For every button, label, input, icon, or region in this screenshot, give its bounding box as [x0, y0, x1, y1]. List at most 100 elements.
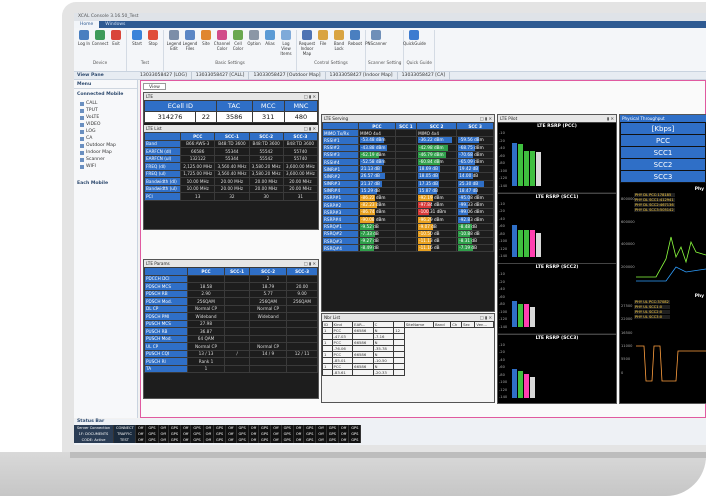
neighbor-col-header: Sec: [461, 321, 476, 328]
legend-edit-button[interactable]: Legend Edit: [166, 30, 182, 60]
connected-mobile[interactable]: Connected Mobile: [74, 89, 137, 100]
channel-color-button[interactable]: Channel Color: [214, 30, 230, 60]
signal-bar-value: 15.29 dB: [361, 187, 380, 193]
signal-bar-value: -70.68 dBm: [459, 151, 484, 157]
log-in-button[interactable]: Log In: [76, 30, 92, 60]
status-cell: GPS: [349, 437, 362, 443]
lte-params-cell: [224, 289, 251, 298]
signal-bar-value: 14.00 dB: [459, 173, 479, 179]
pilot-chart-title: LTE RSRP (SCC2): [535, 265, 579, 270]
sidebar-item-tput[interactable]: TPUT: [74, 107, 137, 114]
panel-controls[interactable]: □ ▮ ✕: [304, 125, 318, 132]
alias-button[interactable]: Alias: [262, 30, 278, 60]
request-indoor-map-button[interactable]: Request Indoor Map: [299, 30, 315, 60]
lte-list-cell: B66:AWS-3: [180, 139, 216, 148]
lte-list-col-header: PCC: [180, 132, 216, 141]
serving-row: RSSI#4 -52.58 dBm -60.84 dBm -65.09 dBm: [322, 157, 494, 167]
view-tab[interactable]: View: [143, 83, 166, 90]
doc-tab[interactable]: 13033058427 [LOG]: [136, 71, 192, 80]
sidebar-item-video[interactable]: VIDEO: [74, 121, 137, 128]
signal-bar: -99.06 dBm: [458, 209, 492, 216]
serving-mimo-row: MIMO Tx/Rx MIMO 4x4 MIMO 4x4: [322, 129, 494, 138]
signal-bar: -52.58 dBm: [360, 159, 394, 166]
serving-header-row: PCC SCC 1 SCC 2 SCC 3: [322, 121, 494, 131]
band-lock-button[interactable]: Band Lock: [331, 30, 347, 60]
lte-id-value-row: 314276 22 3586 311 480: [144, 111, 318, 123]
doc-tab[interactable]: 13033058427 [CA]: [398, 71, 451, 80]
lte-params-cell: [286, 357, 318, 366]
signal-bar: -60.84 dBm: [418, 159, 455, 166]
serving-bar-cell: -59.56 dBm: [456, 136, 494, 145]
option-button[interactable]: Option: [246, 30, 262, 60]
sidebar-item-outdoor-map[interactable]: Outdoor Map: [74, 142, 137, 149]
panel-controls[interactable]: □ ▮ ✕: [480, 314, 494, 321]
sidebar-item-call[interactable]: CALL: [74, 100, 137, 107]
signal-bar: -96.29 dBm: [418, 216, 455, 223]
signal-bar-value: -99.33 dBm: [459, 202, 484, 208]
sidebar-item-indoor-map[interactable]: Indoor Map: [74, 149, 137, 156]
signal-bar: -90.08 dBm: [360, 216, 394, 223]
cell-color-button[interactable]: Cell Color: [230, 30, 246, 60]
signal-bar: -8.49 dB: [360, 245, 394, 252]
panel-controls[interactable]: □ ▮ ✕: [304, 93, 318, 100]
panel-controls[interactable]: □ ▮ ✕: [480, 115, 494, 122]
each-mobile[interactable]: Each Mobile: [74, 178, 137, 189]
lte-params-cell: [286, 334, 318, 343]
lte-params-row: TA 1: [144, 364, 318, 373]
lte-params-cell: [249, 327, 288, 336]
connect-button[interactable]: Connect: [92, 30, 108, 60]
signal-bar-value: -90.08 dBm: [361, 216, 386, 222]
sidebar-item-log[interactable]: LOG: [74, 128, 137, 135]
serving-bar-cell: 21.13 dB: [358, 165, 396, 174]
log-view-items-button[interactable]: Log View Items: [278, 30, 294, 60]
lte-params-row: PUSCH Mod. 64 QAM: [144, 334, 318, 343]
lte-params-cell: Rank 1: [187, 357, 226, 366]
pilot-y-tick: -120: [499, 176, 508, 180]
pnscanner-button[interactable]: PNScanner: [365, 30, 387, 60]
throughput-ul-chart: Phy PHY UL PCC:37082 PHY UL SCC1:0 PHY UL …: [620, 294, 706, 394]
signal-bar: 14.00 dB: [458, 173, 492, 180]
status-cell: Off: [338, 437, 350, 443]
pilot-chart-title: LTE RSRP (PCC): [537, 124, 577, 129]
status-cell: Off: [136, 437, 147, 443]
site-button[interactable]: Site: [198, 30, 214, 60]
panel-controls[interactable]: □ ▮ ✕: [304, 260, 318, 267]
reboot-button[interactable]: Reboot: [347, 30, 363, 60]
signal-bar: -43.88 dBm: [360, 144, 394, 151]
doc-tab[interactable]: 13033058427 [Indoor Map]: [326, 71, 398, 80]
lte-list-cell: 10.00 MHz: [180, 177, 216, 186]
tab-home[interactable]: Home: [74, 21, 100, 28]
quickguide-button[interactable]: QuickGuide: [403, 30, 426, 60]
status-cell: Off: [181, 437, 192, 443]
signal-bar-value: 18.47 dB: [459, 187, 479, 193]
tab-windows[interactable]: Windows: [99, 21, 131, 28]
doc-tab[interactable]: 13033058427 [CALL]: [192, 71, 250, 80]
signal-bar: -8.48 dB: [458, 223, 492, 230]
serving-bar-cell: -52.58 dBm: [358, 157, 396, 167]
sidebar-item-ca[interactable]: CA: [74, 135, 137, 142]
serving-bar-cell: 18.05 dB: [416, 172, 458, 181]
pilot-y-tick: -40: [499, 287, 505, 291]
file-button[interactable]: File: [315, 30, 331, 60]
panel-controls[interactable]: ▮ ✕: [607, 115, 616, 122]
signal-bar: -92.19 dBm: [418, 194, 455, 201]
start-button[interactable]: Start: [129, 30, 145, 60]
throughput-label: SCC2: [620, 158, 706, 171]
neighbor-row[interactable]: -83.61 -20.33: [322, 369, 494, 376]
throughput-row: SCC1: [620, 146, 706, 159]
sidebar-item-volte[interactable]: VoLTE: [74, 114, 137, 121]
doc-tab[interactable]: 13033058427 [Outdoor Map]: [249, 71, 326, 80]
exit-button[interactable]: Exit: [108, 30, 124, 60]
lte-id-header: TAC: [215, 100, 253, 112]
stop-button[interactable]: Stop: [145, 30, 161, 60]
status-cell: GPS: [304, 437, 317, 443]
sidebar-item-scanner[interactable]: Scanner: [74, 156, 137, 163]
sidebar-item-wifi[interactable]: WIFI: [74, 163, 137, 170]
neighbor-table: ID Kind EAR... C SiteName Band Ch Sec Ven... 1 PCC…: [322, 321, 494, 376]
alias-icon: [265, 30, 275, 40]
ribbon-group-basic-settings: Legend Edit Legend Files Site Channel Color…: [164, 30, 297, 71]
lte-params-cell: [224, 357, 251, 366]
ribbon-group-name: Quick Guide: [406, 60, 432, 65]
lte-list-row: Bandwidth (dl) 10.00 MHz 20.00 MHz 20.00 MH…: [144, 177, 318, 186]
legend-files-button[interactable]: Legend Files: [182, 30, 198, 60]
